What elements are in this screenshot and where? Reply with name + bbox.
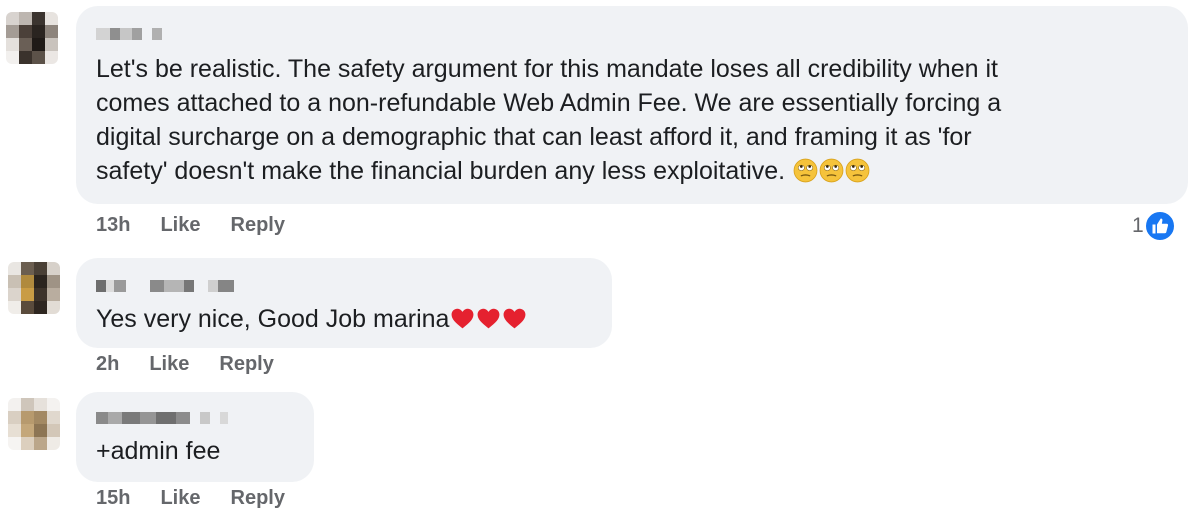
reply-button[interactable]: Reply — [231, 487, 285, 510]
comment-actions: 13h Like Reply — [96, 214, 315, 237]
comment-bubble: Yes very nice, Good Job marina — [76, 258, 612, 348]
reaction-summary[interactable]: 1 — [1132, 210, 1176, 242]
comment-actions: 15h Like Reply — [96, 487, 315, 510]
author-name-redacted[interactable] — [96, 28, 162, 40]
like-button[interactable]: Like — [160, 487, 200, 510]
timestamp[interactable]: 15h — [96, 487, 130, 510]
like-button[interactable]: Like — [160, 214, 200, 237]
comment-thread: Let's be realistic. The safety argument … — [0, 0, 1200, 530]
like-button[interactable]: Like — [149, 353, 189, 376]
timestamp[interactable]: 13h — [96, 214, 130, 237]
comment-bubble: +admin fee — [76, 392, 314, 482]
comment-text: Yes very nice, Good Job marina — [96, 302, 606, 336]
rolling-eyes-emoji-icon — [845, 158, 870, 183]
avatar[interactable] — [8, 398, 60, 450]
thumbs-up-icon — [1143, 210, 1176, 242]
avatar[interactable] — [8, 262, 60, 314]
red-heart-icon — [452, 308, 474, 329]
avatar[interactable] — [6, 12, 58, 64]
comment-text: Let's be realistic. The safety argument … — [96, 55, 1002, 185]
comment-bubble: Let's be realistic. The safety argument … — [76, 6, 1188, 204]
red-heart-icon — [478, 308, 500, 329]
reaction-count: 1 — [1132, 214, 1144, 237]
reply-button[interactable]: Reply — [219, 353, 273, 376]
timestamp[interactable]: 2h — [96, 353, 119, 376]
red-heart-icon — [504, 308, 526, 329]
rolling-eyes-emoji-icon — [793, 158, 818, 183]
author-name-redacted[interactable] — [96, 280, 234, 292]
comment-actions: 2h Like Reply — [96, 353, 304, 376]
comment-text: +admin fee — [96, 437, 221, 465]
rolling-eyes-emoji-icon — [819, 158, 844, 183]
reply-button[interactable]: Reply — [231, 214, 285, 237]
author-name-redacted[interactable] — [96, 412, 228, 424]
